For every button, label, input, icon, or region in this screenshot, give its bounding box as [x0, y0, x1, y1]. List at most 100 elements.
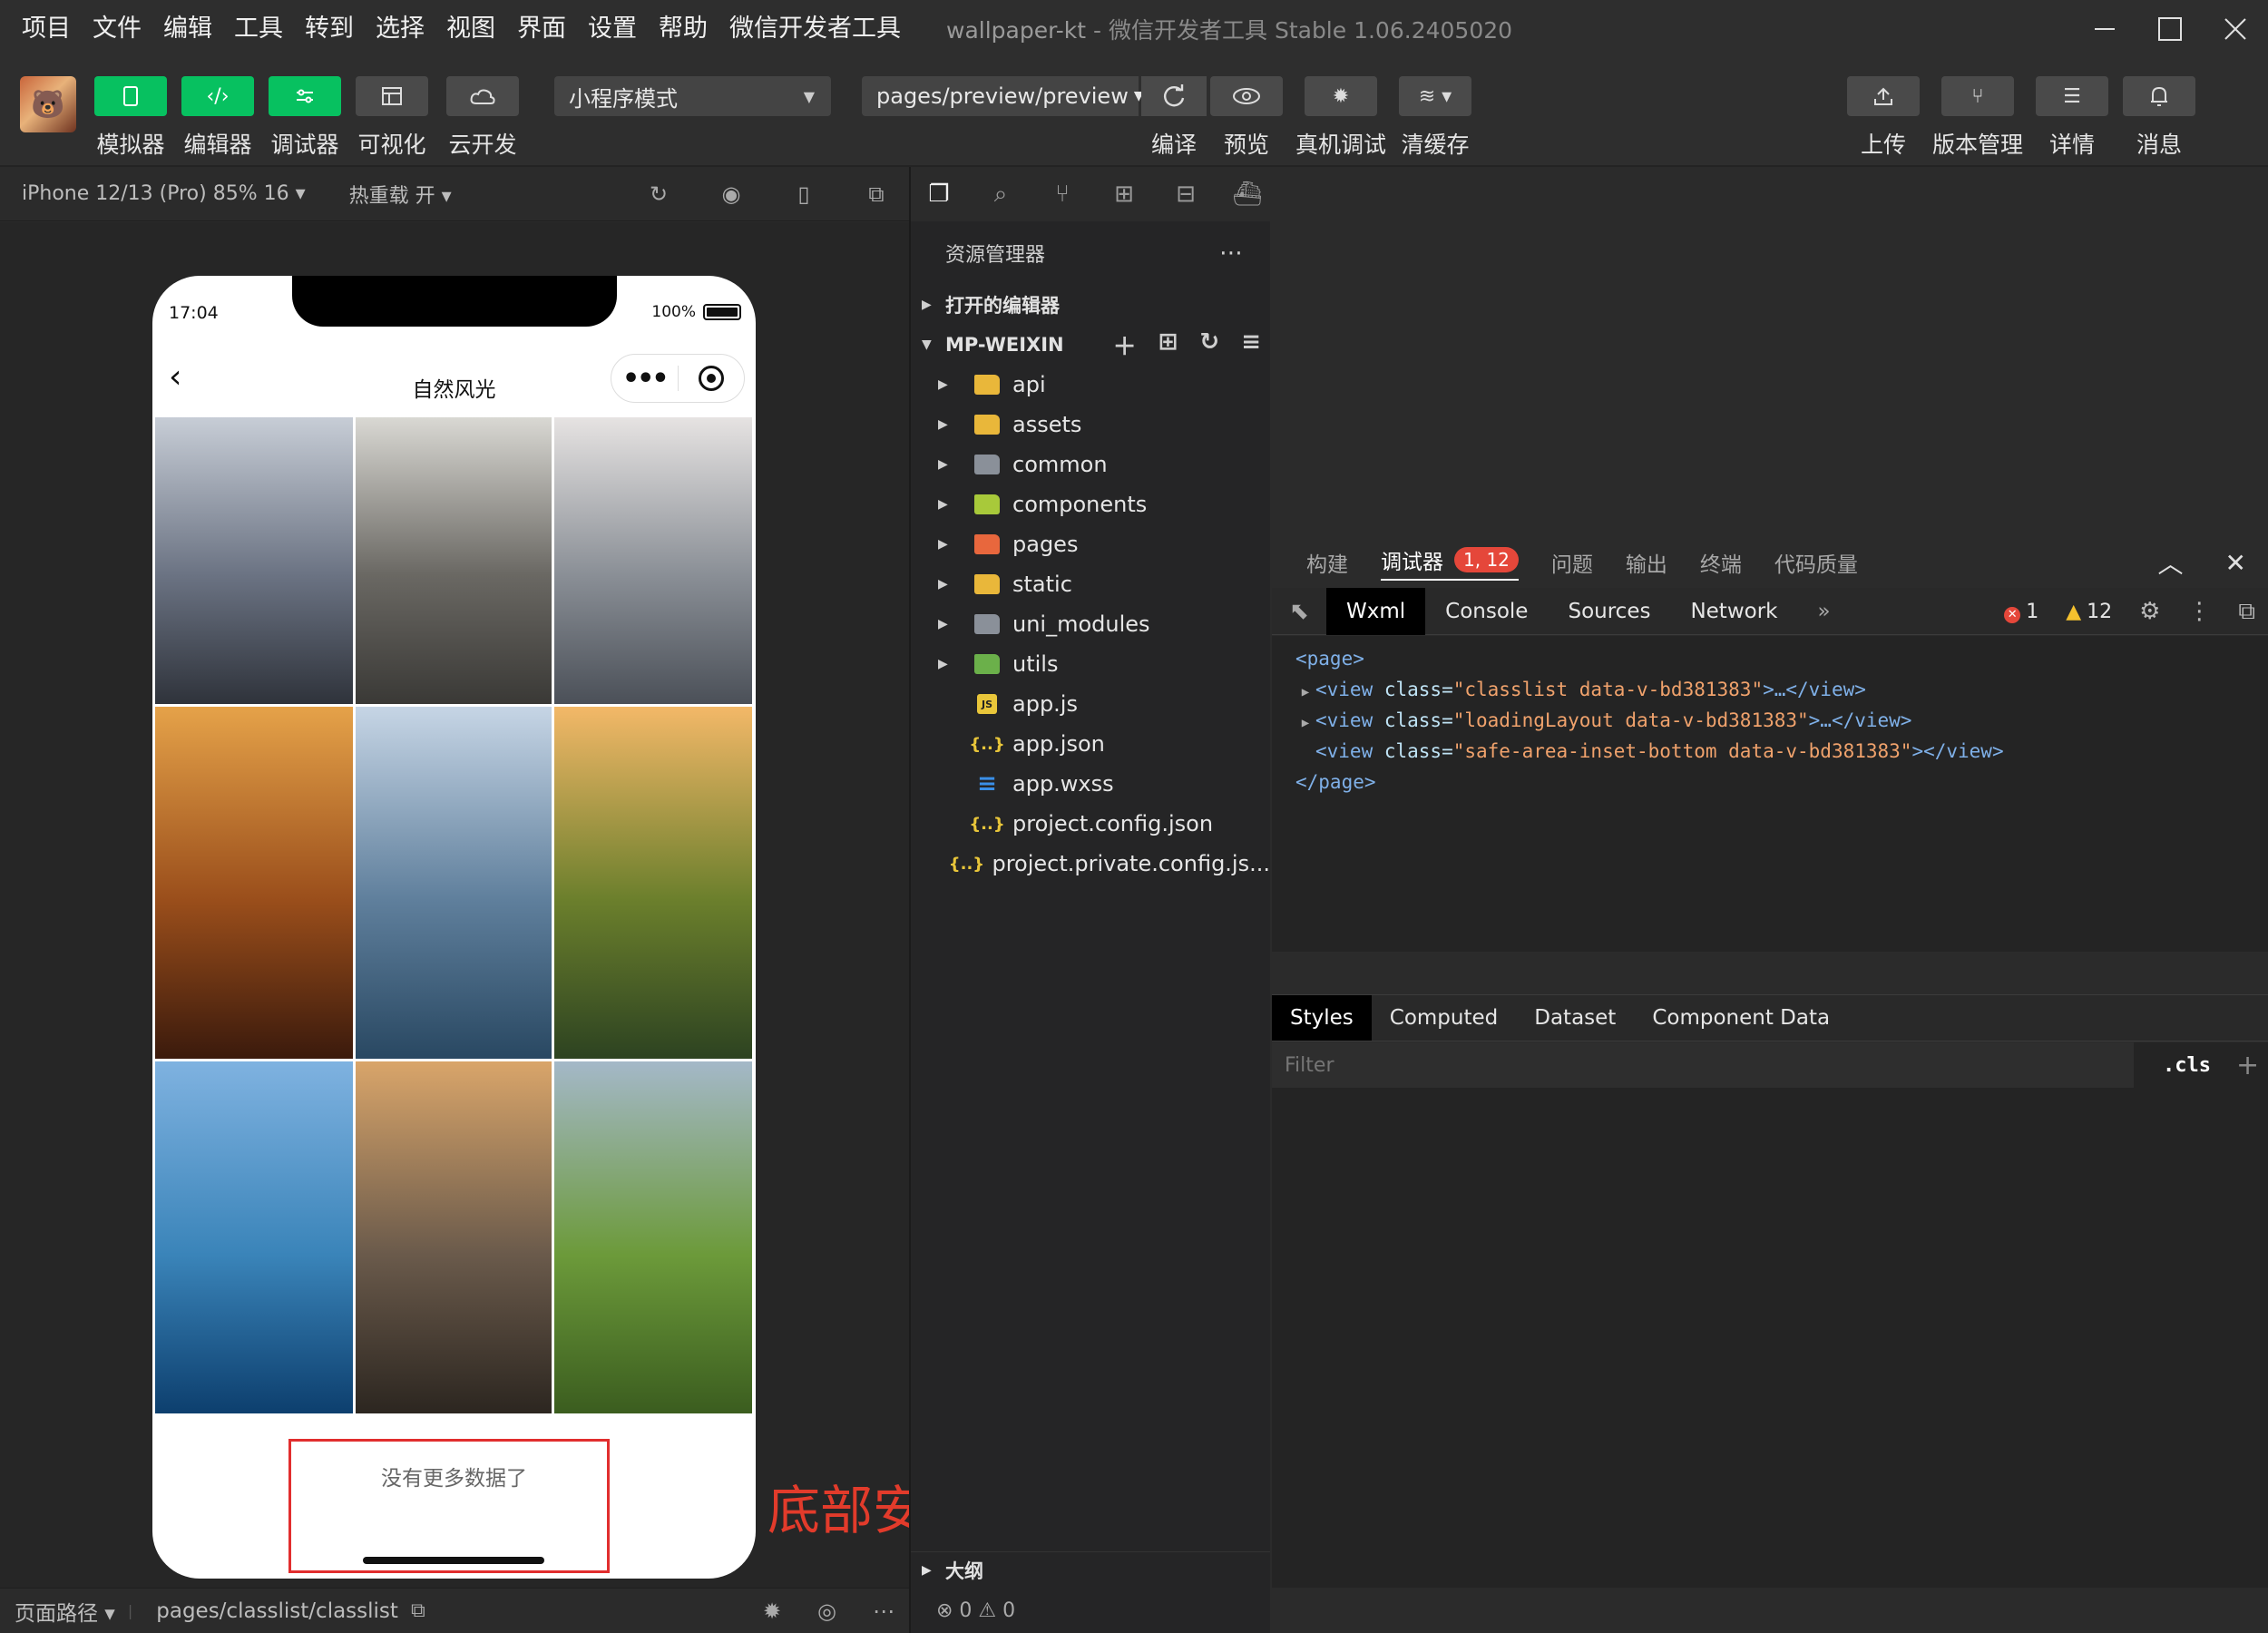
- phone-icon[interactable]: ▯: [789, 180, 818, 209]
- problems-status[interactable]: ⊗ 0 ⚠ 0: [911, 1588, 1270, 1633]
- more-dots-icon[interactable]: •••: [611, 363, 678, 395]
- tab-debugger[interactable]: 调试器 1, 12: [1381, 544, 1519, 581]
- debugger-toggle-button[interactable]: [269, 76, 341, 116]
- error-count[interactable]: ✕ 1: [2004, 601, 2038, 623]
- stone-window-sunset-photo[interactable]: [356, 1061, 552, 1413]
- tab-styles[interactable]: Styles: [1272, 995, 1372, 1041]
- file-item[interactable]: {..} project.private.config.js...: [911, 844, 1270, 884]
- menu-interface[interactable]: 界面: [506, 0, 577, 58]
- search-icon[interactable]: ⌕: [985, 179, 1016, 210]
- more-tabs-button[interactable]: »: [1798, 588, 1851, 635]
- dock-icon[interactable]: ⧉: [2238, 598, 2255, 626]
- tab-problems[interactable]: 问题: [1551, 547, 1593, 578]
- tab-build[interactable]: 构建: [1306, 547, 1348, 578]
- open-editors-section[interactable]: ▶ 打开的编辑器: [911, 285, 1270, 325]
- file-item[interactable]: {..} app.json: [911, 724, 1270, 764]
- details-button[interactable]: ☰: [2036, 76, 2108, 116]
- folder-item[interactable]: ▶ assets: [911, 405, 1270, 445]
- folder-item[interactable]: ▶ utils: [911, 644, 1270, 684]
- wxml-node[interactable]: ▶ <view class="classlist data-v-bd381383"…: [1272, 674, 2268, 705]
- bug-icon[interactable]: ✹: [763, 1599, 781, 1624]
- tab-console[interactable]: Console: [1425, 588, 1548, 635]
- mountain-mist-photo[interactable]: [155, 417, 353, 704]
- tab-wxml[interactable]: Wxml: [1326, 587, 1426, 635]
- mode-select[interactable]: 小程序模式 ▼: [554, 76, 831, 116]
- upload-button[interactable]: [1847, 76, 1920, 116]
- preview-button[interactable]: [1210, 76, 1283, 116]
- menu-project[interactable]: 项目: [0, 0, 82, 58]
- menu-file[interactable]: 文件: [82, 0, 152, 58]
- styles-filter-input[interactable]: [1272, 1042, 2134, 1088]
- clear-cache-button[interactable]: ≋ ▾: [1399, 76, 1471, 116]
- menu-settings[interactable]: 设置: [577, 0, 648, 58]
- new-folder-icon[interactable]: ⊞: [1158, 328, 1178, 362]
- page-path-select[interactable]: 页面路径 ▾: [15, 1596, 115, 1627]
- tab-terminal[interactable]: 终端: [1700, 547, 1742, 578]
- desert-dusk-photo[interactable]: [155, 707, 353, 1059]
- maximize-button[interactable]: [2137, 0, 2203, 58]
- add-style-button[interactable]: +: [2236, 1050, 2259, 1081]
- chevron-right-icon[interactable]: ▶: [1295, 708, 1315, 738]
- tab-dataset[interactable]: Dataset: [1516, 995, 1634, 1041]
- simulator-toggle-button[interactable]: [94, 76, 167, 116]
- save-icon[interactable]: ⊟: [1170, 179, 1201, 210]
- visual-toggle-button[interactable]: [356, 76, 428, 116]
- alpine-lake-photo[interactable]: [155, 1061, 353, 1413]
- close-icon[interactable]: ✕: [2225, 548, 2246, 578]
- device-select[interactable]: iPhone 12/13 (Pro) 85% 16 ▾: [22, 182, 306, 205]
- user-avatar[interactable]: 🐻: [20, 76, 76, 132]
- docker-icon[interactable]: ⛴: [1232, 179, 1263, 210]
- more-icon[interactable]: ⋯: [1219, 240, 1243, 267]
- hot-reload-select[interactable]: 热重载 开 ▾: [349, 180, 452, 209]
- copy-icon[interactable]: ⧉: [411, 1599, 425, 1622]
- new-file-icon[interactable]: ＋: [1113, 328, 1137, 362]
- file-item[interactable]: {..} project.config.json: [911, 804, 1270, 844]
- wxml-node[interactable]: ▶ <view class="loadingLayout data-v-bd381…: [1272, 705, 2268, 736]
- folder-item[interactable]: ▶ pages: [911, 524, 1270, 564]
- file-item[interactable]: JS app.js: [911, 684, 1270, 724]
- green-valley-photo[interactable]: [554, 1061, 752, 1413]
- warning-count[interactable]: ▲ 12: [2066, 601, 2112, 623]
- editor-toggle-button[interactable]: ‹/›: [181, 76, 254, 116]
- tab-component-data[interactable]: Component Data: [1634, 995, 1848, 1041]
- cloud-peak-photo[interactable]: [554, 417, 752, 704]
- project-section[interactable]: ▼ MP-WEIXIN ＋ ⊞ ↻ ≡: [911, 325, 1270, 365]
- refresh-icon[interactable]: ↻: [1199, 328, 1219, 362]
- menu-view[interactable]: 视图: [435, 0, 506, 58]
- tab-code-quality[interactable]: 代码质量: [1774, 547, 1858, 578]
- stop-icon[interactable]: ◉: [717, 180, 746, 209]
- compile-button[interactable]: [1141, 76, 1207, 116]
- popout-icon[interactable]: ⧉: [862, 180, 891, 209]
- menu-tools[interactable]: 工具: [223, 0, 294, 58]
- chevron-right-icon[interactable]: ▶: [1295, 677, 1315, 708]
- wxml-page-open[interactable]: <page>: [1272, 643, 2268, 674]
- sunset-forest-photo[interactable]: [554, 707, 752, 1059]
- chevron-up-icon[interactable]: ︿: [2158, 544, 2184, 581]
- tab-computed[interactable]: Computed: [1372, 995, 1516, 1041]
- folder-item[interactable]: ▶ common: [911, 445, 1270, 484]
- kebab-menu-icon[interactable]: ⋮: [2187, 598, 2211, 625]
- compile-page-select[interactable]: pages/preview/preview ▼: [862, 76, 1144, 116]
- cloud-dev-button[interactable]: [446, 76, 519, 116]
- files-icon[interactable]: ❐: [924, 179, 954, 210]
- collapse-icon[interactable]: ≡: [1241, 328, 1261, 362]
- wxml-node[interactable]: <view class="safe-area-inset-bottom data…: [1272, 736, 2268, 767]
- messages-button[interactable]: [2123, 76, 2195, 116]
- close-window-button[interactable]: [2203, 0, 2268, 58]
- close-miniprogram-button[interactable]: [679, 366, 745, 391]
- menu-goto[interactable]: 转到: [294, 0, 365, 58]
- folder-item[interactable]: ▶ api: [911, 365, 1270, 405]
- eye-icon[interactable]: ◎: [817, 1599, 836, 1624]
- rocky-peak-photo[interactable]: [356, 417, 552, 704]
- remote-debug-button[interactable]: ✹: [1305, 76, 1377, 116]
- extensions-icon[interactable]: ⊞: [1109, 179, 1139, 210]
- minimize-button[interactable]: [2072, 0, 2137, 58]
- git-icon[interactable]: ⑂: [1047, 179, 1078, 210]
- menu-edit[interactable]: 编辑: [152, 0, 223, 58]
- folder-item[interactable]: ▶ uni_modules: [911, 604, 1270, 644]
- cls-toggle-button[interactable]: .cls: [2163, 1054, 2211, 1077]
- outline-section[interactable]: ▶ 大纲: [911, 1551, 1270, 1588]
- folder-item[interactable]: ▶ components: [911, 484, 1270, 524]
- version-control-button[interactable]: ⑂: [1941, 76, 2014, 116]
- tab-output[interactable]: 输出: [1626, 547, 1667, 578]
